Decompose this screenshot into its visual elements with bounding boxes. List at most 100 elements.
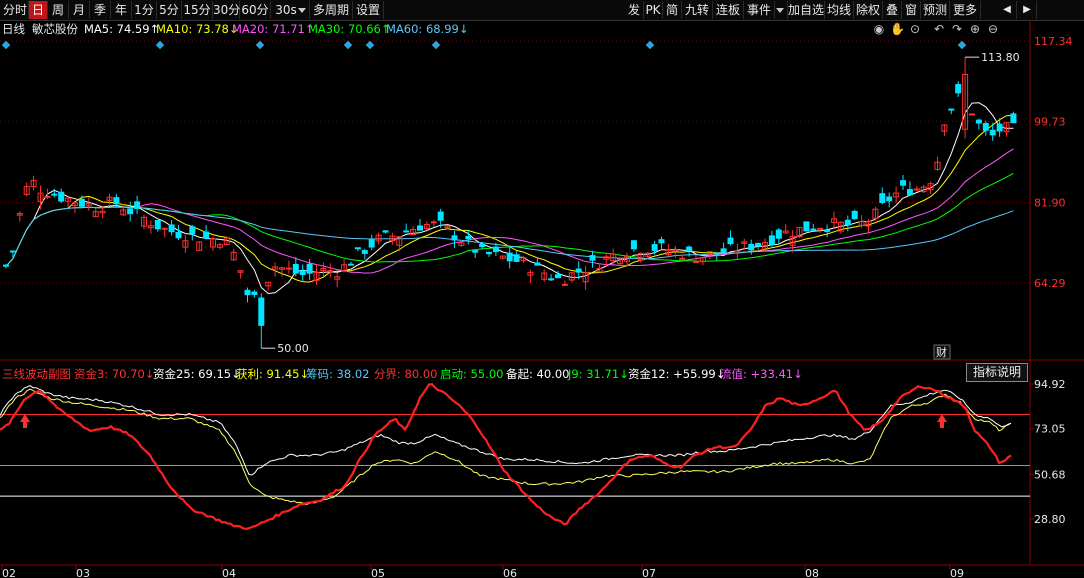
sub-chart-title[interactable]: 三线波动副图 — [2, 366, 71, 382]
candle-body — [113, 197, 120, 205]
candle-body — [451, 235, 458, 241]
profit-line — [0, 388, 1012, 506]
fund3-line — [0, 383, 1012, 531]
candle-body — [306, 263, 313, 274]
candle-body — [803, 221, 810, 232]
candle-body — [727, 237, 734, 245]
candle-body — [561, 283, 568, 286]
candle-body — [203, 231, 210, 239]
candle-body — [285, 267, 292, 270]
signal-diamond[interactable] — [343, 40, 353, 50]
candle-body — [437, 211, 444, 221]
main-axis-label: 64.29 — [1034, 277, 1066, 290]
candle-body — [548, 278, 555, 281]
candle-body — [906, 189, 913, 196]
candle-body — [686, 246, 693, 252]
sub-axis-label: 94.92 — [1034, 378, 1066, 391]
candle-body — [975, 119, 982, 124]
candle-body — [492, 246, 499, 253]
candle-body — [403, 230, 410, 233]
signal-diamond[interactable] — [431, 40, 441, 50]
candle-body — [768, 235, 775, 246]
candle-body — [292, 263, 299, 274]
time-axis-label: 09 — [950, 567, 964, 578]
candle-body — [368, 239, 375, 248]
candle-body — [534, 262, 541, 266]
signal-diamond[interactable] — [255, 40, 265, 50]
kline-chart[interactable]: 117.34 99.73 81.90 64.29 94.92 73.05 50.68 28.8… — [0, 0, 1084, 578]
signal-diamond[interactable] — [155, 40, 165, 50]
candle-body — [354, 247, 361, 250]
candle-body — [9, 250, 16, 253]
signal-diamond[interactable] — [957, 40, 967, 50]
candle-body — [299, 270, 306, 276]
candle-body — [1010, 113, 1017, 124]
candle-body — [575, 268, 582, 273]
candle-body — [154, 220, 161, 230]
sub-item-5: 启动: 55.00 — [440, 367, 504, 381]
candle-body — [948, 108, 955, 111]
candle-body — [775, 229, 782, 239]
candle-body — [989, 129, 996, 136]
signal-diamond[interactable] — [1, 40, 11, 50]
candle-body — [244, 289, 251, 296]
sub-item-3: 筹码: 38.02 — [306, 367, 370, 381]
candle-body — [679, 257, 686, 260]
main-axis-label: 81.90 — [1034, 197, 1066, 210]
candle-body — [955, 84, 962, 94]
candle-body — [348, 263, 354, 266]
candle-body — [651, 244, 658, 251]
sub-item-8: 资金12: +55.99↓ — [628, 367, 726, 381]
candle-body — [755, 242, 762, 247]
sub-item-1: 资金25: 69.15↓ — [153, 367, 241, 381]
candle-body — [982, 123, 989, 131]
candle-body — [720, 248, 727, 254]
sub-axis-label: 28.80 — [1034, 513, 1066, 526]
candle-body — [251, 291, 258, 296]
time-axis-label: 07 — [642, 567, 656, 578]
time-axis-label: 06 — [503, 567, 517, 578]
candle-body — [78, 198, 85, 207]
candle-body — [465, 235, 472, 240]
sub-item-4: 分界: 80.00 — [374, 367, 438, 381]
candle-body — [382, 230, 389, 233]
candle-body — [3, 264, 9, 267]
sub-item-7: J9: 31.71↓ — [568, 367, 629, 381]
candle-body — [851, 210, 858, 220]
candle-body — [810, 228, 817, 231]
candle-body — [748, 243, 755, 251]
main-axis-label: 99.73 — [1034, 115, 1066, 128]
indicator-help-button[interactable]: 指标说明 — [966, 363, 1028, 382]
time-axis-label: 03 — [76, 567, 90, 578]
candle-body — [817, 227, 824, 230]
sub-item-6: 备起: 40.00 — [506, 367, 570, 381]
time-axis-label: 04 — [222, 567, 236, 578]
signal-diamond[interactable] — [365, 40, 375, 50]
main-axis-label: 117.34 — [1034, 35, 1073, 48]
candle-body — [51, 193, 58, 196]
sub-axis-label: 50.68 — [1034, 468, 1066, 481]
low-price-label: 50.00 — [277, 342, 309, 355]
candle-body — [472, 250, 479, 253]
candle-body — [127, 208, 134, 215]
candle-body — [258, 297, 265, 326]
time-axis-label: 08 — [805, 567, 819, 578]
candle-body — [713, 252, 720, 255]
candle-body — [996, 123, 1003, 132]
sub-item-9: 流值: +33.41↓ — [720, 367, 803, 381]
time-axis-label: 02 — [2, 567, 16, 578]
candle-body — [134, 201, 141, 209]
candle-body — [900, 180, 906, 186]
candle-body — [824, 229, 831, 232]
candle-body — [658, 239, 665, 244]
high-price-label: 113.80 — [981, 51, 1020, 64]
sub-axis-label: 73.05 — [1034, 423, 1066, 436]
buy-arrow-icon — [937, 414, 947, 428]
candle-body — [168, 224, 175, 233]
candle-body — [430, 221, 437, 224]
candle-body — [506, 252, 513, 262]
candle-body — [58, 191, 65, 202]
candle-body — [969, 113, 975, 116]
signal-diamond[interactable] — [645, 40, 655, 50]
candle-body — [693, 260, 699, 263]
